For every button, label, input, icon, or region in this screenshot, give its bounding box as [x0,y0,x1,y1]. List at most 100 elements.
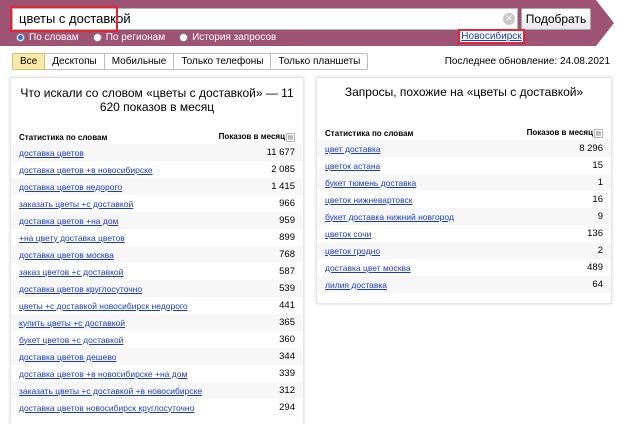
keyword-link[interactable]: доставка цветов [19,148,84,158]
impressions-count: 360 [279,334,295,345]
impressions-count: 489 [587,262,603,273]
keyword-link[interactable]: лилия доставка [325,280,387,290]
mode-by-words[interactable]: По словам [16,32,79,43]
keyword-link[interactable]: цветы +с доставкой новосибирск недорого [19,301,188,311]
similar-queries-panel: Запросы, похожие на «цветы с доставкой» … [316,77,612,304]
keyword-link[interactable]: букет тюмень доставка [325,178,416,188]
table-row: доставка цветов +на дом 959 [11,212,303,229]
impressions-count: 9 [597,211,603,222]
table-row: цветок сочи 136 [317,225,611,242]
table-row: купить цветы +с доставкой 365 [11,314,303,331]
impressions-count: 344 [279,351,295,362]
tab-all[interactable]: Все [12,53,46,70]
column-keyword: Статистика по словам [325,128,414,138]
keyword-link[interactable]: купить цветы +с доставкой [19,318,125,328]
table-row: доставка цветов новосибирск круглосуточн… [11,399,303,416]
impressions-count: 339 [279,368,295,379]
table-row: букет доставка нижний новгород 9 [317,208,611,225]
keyword-link[interactable]: доставка цветов +на дом [19,216,118,226]
panel-title: Что искали со словом «цветы с доставкой»… [20,86,294,114]
keyword-link[interactable]: букет доставка нижний новгород [325,212,454,222]
impressions-count: 966 [279,198,295,209]
sort-icon[interactable]: ▤ [286,132,295,142]
words-table: доставка цветов 11 677 доставка цветов +в … [11,144,303,416]
keyword-link[interactable]: заказать цветы +с доставкой +в новосибир… [19,386,202,396]
tab-tablets-only[interactable]: Только планшеты [271,53,369,70]
table-row: заказать цветы +с доставкой +в новосибир… [11,382,303,399]
keyword-link[interactable]: цвет доставка [325,144,381,154]
mode-history[interactable]: История запросов [179,32,276,43]
impressions-count: 2 [597,245,603,256]
table-row: доставка цветов москва 768 [11,246,303,263]
column-keyword: Статистика по словам [19,132,108,142]
mode-label: По регионам [105,31,166,43]
impressions-count: 64 [592,279,603,290]
mode-label: История запросов [192,31,277,43]
device-tabs: Все Десктопы Мобильные Только телефоны Т… [12,53,369,70]
tab-mobile[interactable]: Мобильные [104,53,175,70]
table-row: цвет доставка 8 296 [317,140,611,157]
panel-title: Запросы, похожие на «цветы с доставкой» [344,85,584,99]
radio-icon[interactable] [179,32,189,42]
keyword-link[interactable]: цветок нижневартовск [325,195,413,205]
keyword-link[interactable]: доставка цветов +в новосибирске [19,165,153,175]
keyword-link[interactable]: доставка цветов дешево [19,352,117,362]
keyword-link[interactable]: +на цвету доставка цветов [19,233,125,243]
column-count: Показов в месяц ▤ [218,132,295,142]
keyword-link[interactable]: доставка цветов москва [19,250,114,260]
keyword-link[interactable]: цветок гродно [325,246,380,256]
keyword-link[interactable]: букет цветов +с доставкой [19,335,123,345]
table-row: букет цветов +с доставкой 360 [11,331,303,348]
column-count: Показов в месяц ▤ [527,128,603,138]
impressions-count: 8 296 [579,143,603,154]
table-row: заказ цветов +с доставкой 587 [11,263,303,280]
table-row: цветок астана 15 [317,157,611,174]
table-row: цветы +с доставкой новосибирск недорого 4… [11,297,303,314]
keyword-link[interactable]: доставка цветов новосибирск круглосуточн… [19,403,194,413]
table-row: доставка цветов дешево 344 [11,348,303,365]
impressions-count: 441 [279,300,295,311]
radio-icon[interactable] [16,32,25,42]
keyword-link[interactable]: доставка цвет москва [325,263,411,273]
keyword-link[interactable]: цветок астана [325,161,380,171]
table-row: заказать цветы +с доставкой 966 [11,195,303,212]
impressions-count: 312 [279,385,295,396]
impressions-count: 15 [592,160,603,171]
table-row: цветок нижневартовск 16 [317,191,611,208]
impressions-count: 768 [279,249,295,260]
submit-button[interactable]: Подобрать [521,8,591,30]
last-updated: Последнее обновление: 24.08.2021 [444,56,610,67]
table-row: лилия доставка 64 [317,276,611,293]
table-row: доставка цвет москва 489 [317,259,611,276]
mode-by-regions[interactable]: По регионам [92,31,166,43]
keyword-link[interactable]: заказать цветы +с доставкой [19,199,133,209]
search-mode-radios: По словам По регионам История запросов [16,31,290,43]
keyword-link[interactable]: доставка цветов круглосуточно [19,284,142,294]
keyword-link[interactable]: доставка цветов +в новосибирске +на дом [19,369,187,379]
impressions-count: 365 [279,317,295,328]
table-row: цветок гродно 2 [317,242,611,259]
table-header: Статистика по словам Показов в месяц ▤ [325,126,603,140]
keyword-link[interactable]: цветок сочи [325,229,371,239]
table-row: доставка цветов +в новосибирске +на дом 3… [11,365,303,382]
keyword-link[interactable]: доставка цветов недорого [19,182,122,192]
impressions-count: 16 [592,194,603,205]
clear-icon[interactable]: ✕ [503,13,515,25]
keyword-link[interactable]: заказ цветов +с доставкой [19,267,123,277]
table-row: +на цвету доставка цветов 899 [11,229,303,246]
table-row: доставка цветов недорого 1 415 [11,178,303,195]
impressions-count: 539 [279,283,295,294]
words-stats-panel: Что искали со словом «цветы с доставкой»… [10,77,304,424]
impressions-count: 136 [587,228,603,239]
search-input[interactable]: цветы с доставкой [12,8,518,30]
radio-icon[interactable] [92,32,102,42]
sort-icon[interactable]: ▤ [594,128,603,138]
impressions-count: 2 085 [271,164,295,175]
impressions-count: 294 [279,402,295,413]
impressions-count: 11 677 [266,147,295,158]
column-count-label: Показов в месяц [218,132,285,142]
tab-phones-only[interactable]: Только телефоны [174,53,272,70]
impressions-count: 1 [597,177,603,188]
tab-desktops[interactable]: Десктопы [45,53,105,70]
region-link[interactable]: Новосибирск [460,31,523,42]
